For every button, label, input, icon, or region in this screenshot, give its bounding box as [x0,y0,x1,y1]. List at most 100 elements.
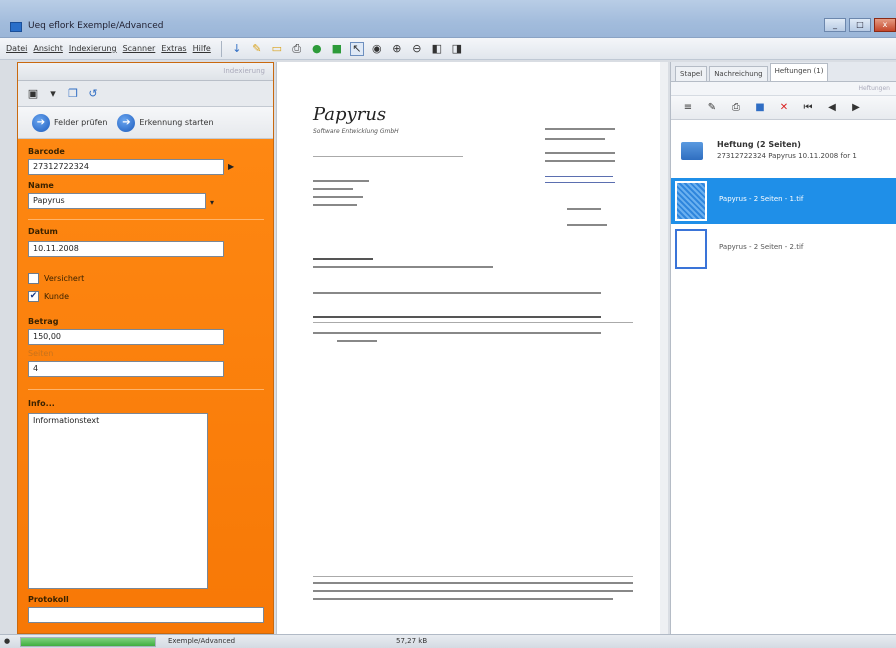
datum-label: Datum [28,227,58,236]
minimize-button[interactable]: _ [824,18,846,32]
scan-icon[interactable]: ✎ [250,42,264,56]
document-footer-line [313,598,613,600]
document-link-line [545,176,613,177]
checkmark-icon[interactable]: ✔ [28,291,39,302]
title-bar: Ueq eflork Exemple/Advanced _ □ x [0,0,896,38]
rotate-left-icon[interactable]: ◧ [430,42,444,56]
save-icon[interactable]: ■ [753,101,767,115]
chevron-down-icon[interactable]: ▾ [46,87,60,101]
document-link-line [545,182,615,183]
info-label: Info... [28,399,55,408]
status-icon: ● [4,637,11,645]
document-text-line [313,204,357,206]
batch-toolbar: ≡ ✎ ⎙ ■ ✕ ⏮ ◀ ▶ [671,96,896,120]
prev-page-icon[interactable]: ◀ [825,101,839,115]
document-text-line [567,208,601,210]
start-recognition-icon[interactable]: ➔ [117,113,136,132]
datum-field[interactable]: 10.11.2008 [28,241,224,257]
chevron-down-icon[interactable]: ▾ [210,198,214,207]
copy-icon[interactable]: ❐ [66,87,80,101]
document-footer-line [313,582,633,584]
check-fields-icon[interactable]: ➔ [32,113,50,132]
list-item-label: Papyrus - 2 Seiten - 1.tif [719,195,804,203]
group-title: Heftung (2 Seiten) [717,140,801,149]
tab-heftungen[interactable]: Heftungen (1) [769,63,829,81]
document-text-line [567,224,607,226]
document-text-line [313,258,373,260]
start-recognition-button[interactable]: Erkennung starten [139,118,213,127]
document-table-row [313,332,601,334]
page-thumbnail [675,229,707,269]
versichert-checkbox[interactable]: Versichert [28,273,84,284]
check-fields-button[interactable]: Felder prüfen [54,118,107,127]
zoom-out-icon[interactable]: ⊖ [410,42,424,56]
page-thumbnail [675,181,707,221]
tab-nachreichung[interactable]: Nachreichung [709,66,768,81]
menu-extras[interactable]: Extras [161,44,186,53]
status-progress [20,637,156,647]
pointer-tool-icon[interactable]: ↖ [349,41,364,56]
rotate-right-icon[interactable]: ◨ [450,42,464,56]
menu-indexierung[interactable]: Indexierung [69,44,117,53]
protokoll-field[interactable] [28,607,264,623]
view-icon[interactable]: ◉ [370,42,384,56]
document-table-rule [313,322,633,323]
save-icon[interactable]: ▣ [26,87,40,101]
stapling-group[interactable]: Heftung (2 Seiten) 27312722324 Papyrus 1… [675,136,896,174]
document-text-line [313,196,363,198]
list-icon[interactable]: ≡ [681,101,695,115]
arrow-right-icon[interactable]: ▶ [228,162,234,171]
menu-scanner[interactable]: Scanner [123,44,156,53]
kunde-checkbox[interactable]: ✔ Kunde [28,291,69,302]
betrag-field[interactable]: 150,00 [28,329,224,345]
first-page-icon[interactable]: ⏮ [801,101,815,115]
maximize-button[interactable]: □ [849,18,871,32]
document-text-line [545,138,605,140]
index-panel-header: Indexierung [18,63,273,81]
next-page-icon[interactable]: ▶ [849,101,863,115]
document-preview[interactable]: Papyrus Software Entwicklung GmbH [276,62,668,634]
group-subtitle: 27312722324 Papyrus 10.11.2008 for 1 [717,152,857,160]
document-table-header [313,316,601,318]
refresh-icon[interactable]: ● [310,42,324,56]
betrag-label: Betrag [28,317,59,326]
list-item[interactable]: Papyrus - 2 Seiten - 2.tif [671,226,896,272]
zoom-in-icon[interactable]: ⊕ [390,42,404,56]
batch-tabs: Stapel Nachreichung Heftungen (1) [671,62,896,82]
seiten-field[interactable]: 4 [28,361,224,377]
barcode-field[interactable]: 27312722324 [28,159,224,175]
batch-panel: Stapel Nachreichung Heftungen (1) Heftun… [670,62,896,634]
checkbox-box[interactable] [28,273,39,284]
document-footer-rule [313,576,633,577]
save-icon[interactable]: ■ [330,42,344,56]
app-icon [10,22,22,32]
attach-icon[interactable]: ✎ [705,101,719,115]
tab-stapel[interactable]: Stapel [675,66,708,81]
index-toolbar: ▣ ▾ ❐ ↺ [18,81,273,107]
print-icon[interactable]: ⎙ [729,101,743,115]
close-button[interactable]: x [874,18,896,32]
document-text-line [313,180,369,182]
divider [28,389,264,390]
versichert-label: Versichert [44,274,85,283]
info-textarea[interactable]: Informationstext [28,413,208,589]
download-icon[interactable]: ↓ [230,42,244,56]
menu-ansicht[interactable]: Ansicht [33,44,63,53]
document-table-row [337,340,377,342]
print-icon[interactable]: ⎙ [290,42,304,56]
status-bar: ● Exemple/Advanced 57,27 kB [0,634,896,648]
document-text-line [545,152,615,154]
list-item[interactable]: Papyrus - 2 Seiten - 1.tif [671,178,896,224]
protokoll-label: Protokoll [28,595,69,604]
folder-open-icon[interactable]: ▭ [270,42,284,56]
list-item-label: Papyrus - 2 Seiten - 2.tif [719,243,804,251]
divider [28,219,264,220]
menu-datei[interactable]: Datei [6,44,27,53]
name-field[interactable]: Papyrus [28,193,206,209]
undo-icon[interactable]: ↺ [86,87,100,101]
delete-icon[interactable]: ✕ [777,101,791,115]
menu-hilfe[interactable]: Hilfe [193,44,211,53]
index-panel: Indexierung ▣ ▾ ❐ ↺ ➔ Felder prüfen ➔ Er… [17,62,274,634]
status-progress-fill [21,638,155,646]
document-scrollbar[interactable] [660,62,668,634]
